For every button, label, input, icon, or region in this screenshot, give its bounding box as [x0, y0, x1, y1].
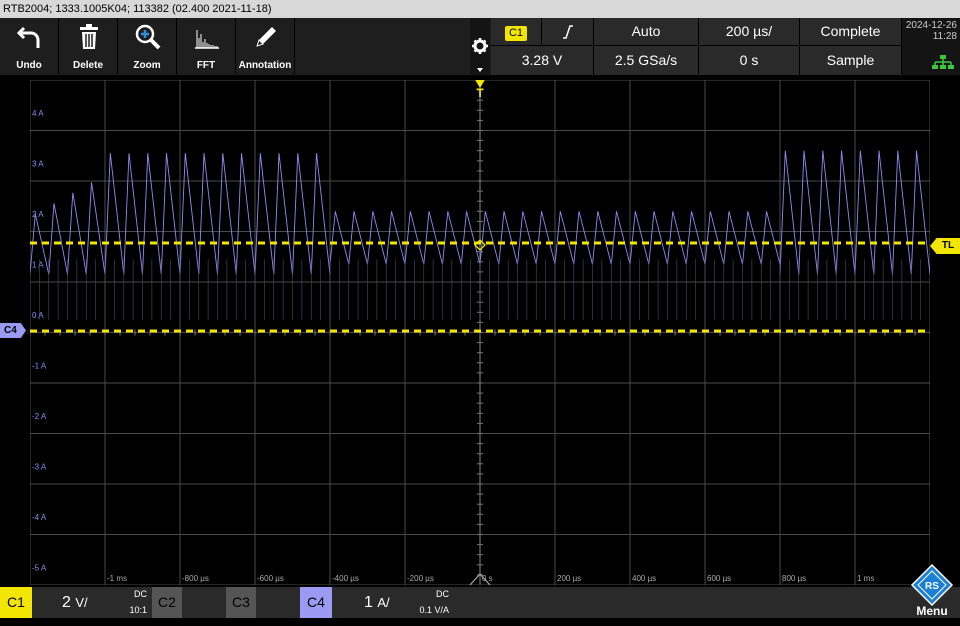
instrument-info: RTB2004; 1333.1005K04; 113382 (02.400 20… — [3, 3, 272, 15]
annotation-label: Annotation — [238, 60, 292, 71]
x-tick-label: 600 µs — [707, 574, 731, 583]
ch1-scale: 2 V/ — [62, 594, 88, 611]
fft-icon — [195, 30, 219, 49]
ch2-label: C2 — [158, 594, 176, 610]
ch4-scale: 1 A/ — [364, 594, 390, 611]
waveform-display[interactable]: 4 A 3 A 2 A 1 A 0 A -1 A -2 A -3 A -4 A -5 A -1 m… — [30, 80, 930, 585]
trash-icon — [80, 24, 98, 49]
x-tick-label: 200 µs — [557, 574, 581, 583]
timebase-cell[interactable]: 200 µs/ — [699, 18, 800, 46]
settings-button[interactable] — [470, 18, 490, 75]
x-tick-label: -600 µs — [257, 574, 284, 583]
x-tick-label: -800 µs — [182, 574, 209, 583]
undo-icon — [17, 26, 40, 48]
trigger-level-label: TL — [941, 240, 955, 251]
annotation-button[interactable]: Annotation — [236, 18, 295, 75]
rising-edge-icon — [562, 25, 573, 40]
zoom-icon — [135, 24, 161, 50]
zoom-button[interactable]: Zoom — [118, 18, 177, 75]
ch4-offset-label: C4 — [4, 325, 17, 336]
sample-rate-cell[interactable]: 2.5 GSa/s — [594, 46, 699, 76]
menu-button[interactable]: RS Menu — [904, 563, 960, 618]
y-tick-label: -3 A — [32, 462, 47, 471]
clock-time: 11:28 — [932, 31, 957, 42]
zoom-label: Zoom — [133, 60, 161, 71]
title-bar: RTB2004; 1333.1005K04; 113382 (02.400 20… — [0, 0, 960, 18]
y-tick-label: -2 A — [32, 412, 47, 421]
channel-bar: C1 2 V/ DC 10:1 C2 C3 C4 1 A/ DC 0.1 V/A — [0, 587, 960, 618]
ch1-scale-cell[interactable]: 2 V/ DC 10:1 — [32, 587, 150, 618]
gear-icon — [472, 38, 488, 72]
y-tick-label: -4 A — [32, 513, 47, 522]
acquisition-mode: Sample — [826, 52, 875, 68]
rohde-schwarz-logo-icon: RS — [910, 563, 954, 607]
ch3-scale-cell[interactable] — [256, 587, 300, 618]
network-icon — [932, 55, 954, 69]
ch3-label: C3 — [232, 594, 250, 610]
ch4-probe: 0.1 V/A — [419, 605, 449, 615]
trigger-mode: Auto — [631, 23, 661, 39]
x-tick-label: -400 µs — [332, 574, 359, 583]
sample-rate: 2.5 GSa/s — [614, 52, 678, 68]
horizontal-position: 0 s — [739, 52, 759, 68]
ch1-label: C1 — [7, 594, 25, 610]
x-tick-label: -200 µs — [407, 574, 434, 583]
timebase-value: 200 µs/ — [725, 23, 773, 39]
y-tick-label: 3 A — [32, 159, 44, 168]
y-tick-label: -1 A — [32, 361, 47, 370]
ch4-label: C4 — [307, 594, 325, 610]
fft-button[interactable]: FFT — [177, 18, 236, 75]
acquisition-mode-cell[interactable]: Sample — [800, 46, 902, 76]
undo-label: Undo — [16, 60, 42, 71]
acquisition-state: Complete — [820, 23, 881, 39]
ch4-button[interactable]: C4 — [300, 587, 332, 618]
x-tick-label: -1 ms — [107, 574, 127, 583]
trigger-level-marker[interactable]: TL — [930, 238, 960, 254]
clock: 2024-12-26 11:28 — [902, 18, 960, 75]
ch4-offset-marker[interactable]: C4 — [0, 323, 26, 338]
x-tick-label: 400 µs — [632, 574, 656, 583]
menu-label: Menu — [916, 604, 948, 618]
trigger-position-label: T — [476, 86, 484, 100]
ch2-button[interactable]: C2 — [152, 587, 182, 618]
ch1-button[interactable]: C1 — [0, 587, 32, 618]
horizontal-position-cell[interactable]: 0 s — [699, 46, 800, 76]
ch1-probe: 10:1 — [129, 605, 147, 615]
x-tick-label: 800 µs — [782, 574, 806, 583]
dropdown-arrow-icon — [477, 68, 483, 72]
x-tick-label: 1 ms — [857, 574, 874, 583]
trigger-level: 3.28 V — [521, 52, 563, 68]
y-tick-label: 0 A — [32, 311, 44, 320]
ch2-scale-cell[interactable] — [182, 587, 224, 618]
y-tick-label: 4 A — [32, 109, 44, 118]
y-tick-label: 2 A — [32, 210, 44, 219]
trigger-mode-cell[interactable]: Auto — [594, 18, 699, 46]
delete-label: Delete — [72, 60, 103, 71]
y-tick-label: -5 A — [32, 563, 47, 572]
y-tick-label: 1 A — [32, 260, 44, 269]
trigger-source-badge: C1 — [504, 26, 528, 41]
ch4-scale-cell[interactable]: 1 A/ DC 0.1 V/A — [332, 587, 454, 618]
clock-date: 2024-12-26 — [905, 20, 957, 31]
undo-button[interactable]: Undo — [0, 18, 59, 75]
trigger-slope-cell[interactable] — [542, 18, 594, 46]
acquisition-state-cell[interactable]: Complete — [800, 18, 902, 46]
delete-button[interactable]: Delete — [59, 18, 118, 75]
pencil-icon — [256, 27, 276, 47]
fft-label: FFT — [196, 60, 216, 71]
trigger-level-cell[interactable]: 3.28 V — [491, 46, 594, 76]
trigger-source-cell[interactable]: C1 — [491, 18, 542, 46]
svg-text:RS: RS — [925, 581, 939, 592]
ch3-button[interactable]: C3 — [226, 587, 256, 618]
